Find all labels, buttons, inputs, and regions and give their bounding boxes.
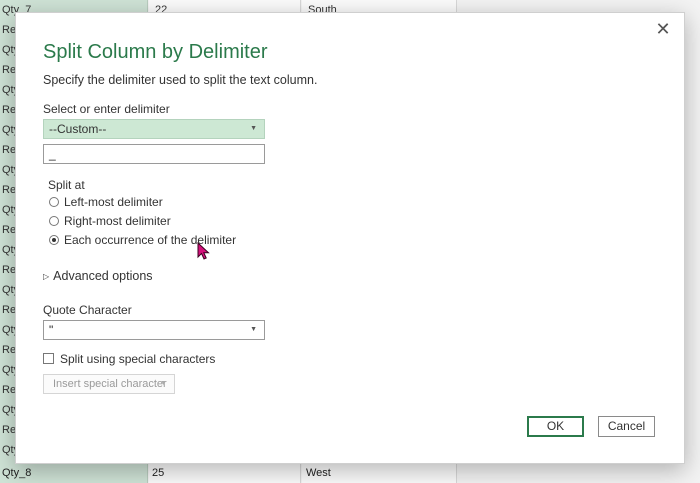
radio-right-most-circle[interactable] [49,216,59,226]
special-characters-checkbox[interactable] [43,353,54,364]
chevron-down-icon: ▼ [250,125,257,132]
radio-left-most[interactable]: Left-most delimiter [49,194,163,210]
cancel-button[interactable]: Cancel [598,416,655,437]
triangle-right-icon: ▷ [43,272,50,281]
radio-right-most-label: Right-most delimiter [64,214,171,228]
advanced-options-toggle[interactable]: ▷ Advanced options [43,269,153,283]
split-at-label: Split at [48,178,85,192]
advanced-options-label: Advanced options [53,269,153,283]
chevron-down-icon: ▼ [250,326,257,333]
special-characters-label: Split using special characters [60,352,216,366]
radio-right-most[interactable]: Right-most delimiter [49,213,171,229]
dialog-title: Split Column by Delimiter [43,41,268,63]
quote-character-value: " [49,323,54,337]
close-icon[interactable]: ✕ [652,19,674,41]
quote-character-label: Quote Character [43,303,132,317]
custom-delimiter-input[interactable]: _ [43,144,265,164]
delimiter-label: Select or enter delimiter [43,102,170,116]
cell-a-bottom[interactable]: Qty_8 [2,463,31,483]
insert-special-character-button: Insert special character ▼ [43,374,175,394]
insert-special-character-label: Insert special character [53,378,167,390]
radio-each-occurrence-circle[interactable] [49,235,59,245]
delimiter-select-value: --Custom-- [49,122,107,136]
radio-left-most-label: Left-most delimiter [64,195,163,209]
cell-c-bottom[interactable]: West [306,463,331,483]
special-characters-checkbox-row[interactable]: Split using special characters [43,352,215,366]
radio-left-most-circle[interactable] [49,197,59,207]
dialog-description: Specify the delimiter used to split the … [43,73,318,87]
cell-b-bottom[interactable]: 25 [152,463,164,483]
quote-character-select[interactable]: " ▼ [43,320,265,340]
split-column-dialog: ✕ Split Column by Delimiter Specify the … [15,12,685,464]
chevron-down-icon: ▼ [160,380,167,387]
spreadsheet-bottom-row: Qty_8 25 West [0,463,457,483]
cursor-pointer-icon [197,242,210,260]
delimiter-select[interactable]: --Custom-- ▼ [43,119,265,139]
ok-button[interactable]: OK [527,416,584,437]
